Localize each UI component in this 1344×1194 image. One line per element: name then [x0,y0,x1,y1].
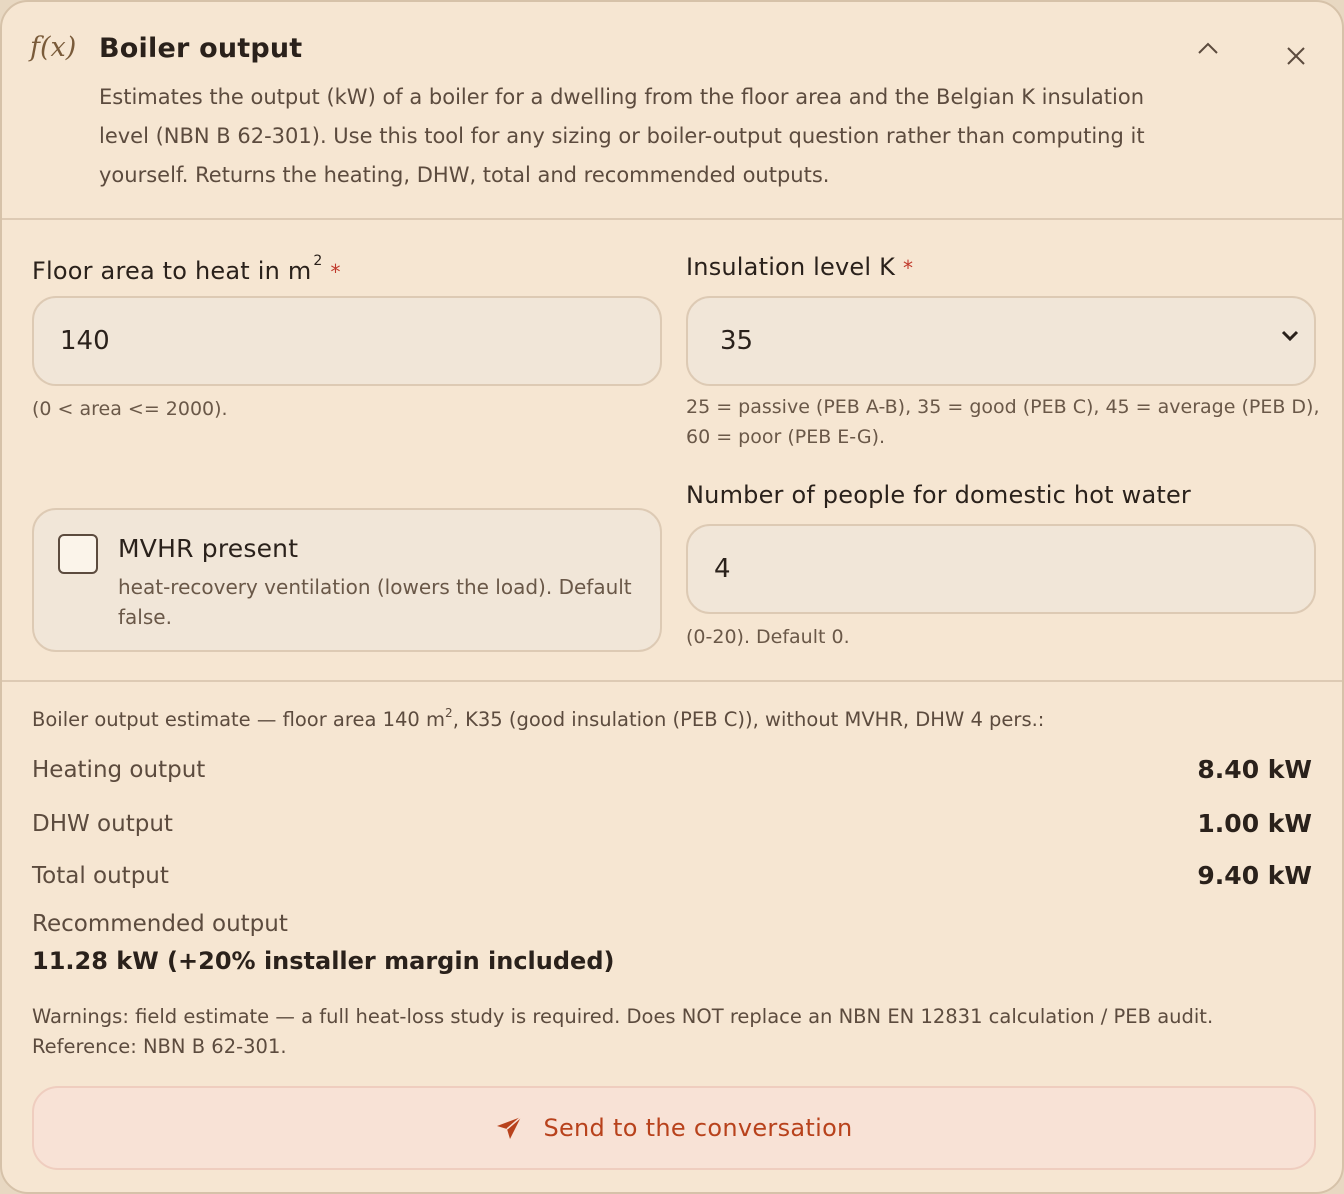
function-icon: f(x) [30,32,77,63]
tool-header: f(x) Boiler output Estimates the output … [2,2,1342,220]
dhw-output-value: 1.00 kW [1197,809,1312,838]
insulation-help: 25 = passive (PEB A-B), 35 = good (PEB C… [686,396,1320,448]
close-button[interactable] [1278,38,1314,74]
total-output-label: Total output [32,863,169,889]
send-icon [497,1116,522,1139]
chevron-up-icon [1198,42,1218,54]
mvhr-checkbox-card[interactable]: MVHR present heat-recovery ventilation (… [32,508,662,652]
send-button-label: Send to the conversation [543,1114,853,1142]
send-to-conversation-button[interactable]: Send to the conversation [32,1086,1316,1170]
floor-area-label: Floor area to heat in m 2 * [32,253,341,285]
recommended-output-label: Recommended output [32,911,288,937]
people-label: Number of people for domestic hot water [686,481,1191,509]
floor-area-help: (0 < area <= 2000). [32,398,228,420]
heating-output-value: 8.40 kW [1197,755,1312,784]
insulation-label: Insulation level K * [686,253,914,281]
total-output-value: 9.40 kW [1197,861,1312,890]
result-summary: Boiler output estimate — floor area 140 … [32,706,1045,731]
people-help: (0-20). Default 0. [686,626,850,648]
section-divider [2,680,1342,682]
required-marker: * [330,260,341,284]
collapse-button[interactable] [1190,30,1226,66]
insulation-select[interactable]: 35 [686,296,1316,386]
dhw-output-label: DHW output [32,811,173,837]
floor-area-input[interactable] [32,296,662,386]
insulation-selected-value: 35 [720,326,754,356]
mvhr-label: MVHR present [118,534,299,563]
close-icon [1287,47,1305,65]
mvhr-description: heat-recovery ventilation (lowers the lo… [118,575,632,629]
chevron-down-icon [1281,330,1299,342]
required-marker: * [903,256,914,280]
heating-output-label: Heating output [32,757,206,783]
warnings-text: Warnings: field estimate — a full heat-l… [32,1005,1214,1058]
recommended-output-value: 11.28 kW (+20% installer margin included… [32,947,615,975]
tool-description: Estimates the output (kW) of a boiler fo… [99,85,1145,187]
people-input[interactable] [686,524,1316,614]
mvhr-checkbox[interactable] [58,534,98,574]
boiler-output-tool-card: f(x) Boiler output Estimates the output … [0,0,1344,1194]
tool-title: Boiler output [99,33,303,64]
